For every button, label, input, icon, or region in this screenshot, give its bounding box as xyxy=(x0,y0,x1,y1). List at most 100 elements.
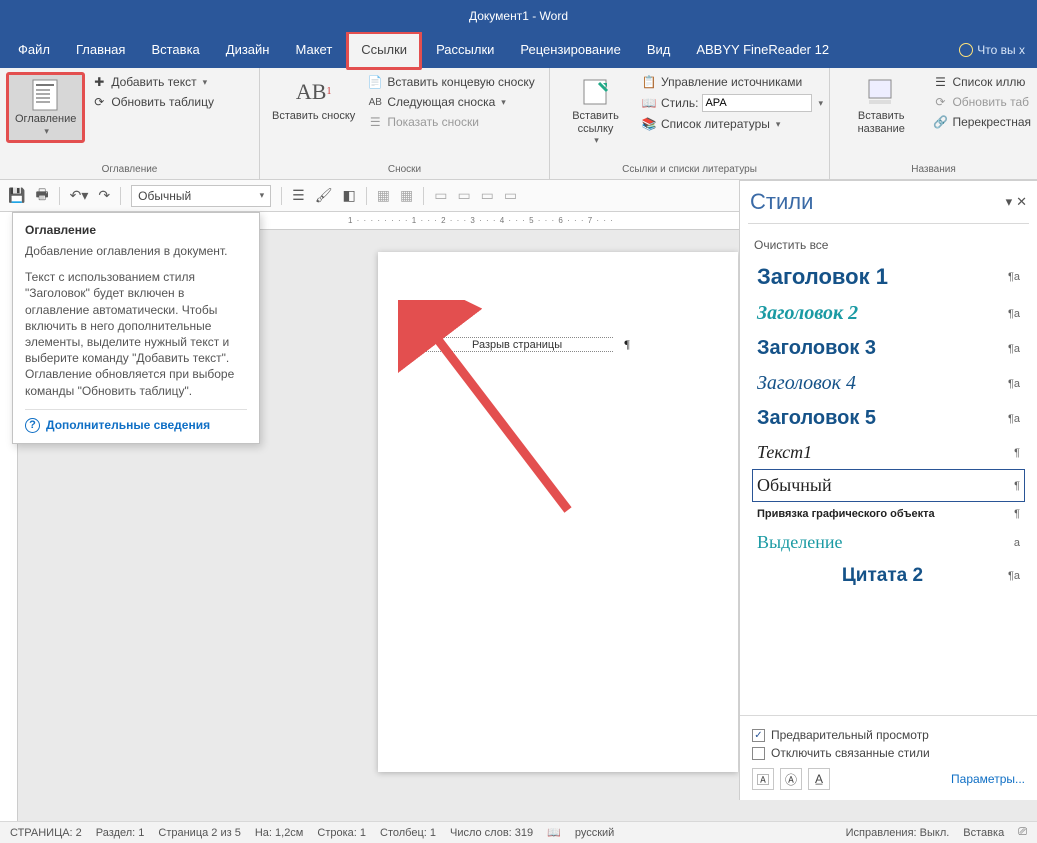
status-at[interactable]: На: 1,2см xyxy=(255,827,304,839)
status-insert[interactable]: Вставка xyxy=(963,827,1004,839)
pane-options-icon[interactable]: ▾ xyxy=(1006,194,1013,210)
insert-endnote-button[interactable]: 📄 Вставить концевую сноску xyxy=(367,72,534,92)
style-item-emphasis[interactable]: Выделение a xyxy=(752,526,1025,559)
tab-mailings[interactable]: Рассылки xyxy=(424,34,506,67)
endnote-icon: 📄 xyxy=(367,74,383,90)
bibliography-icon: 📚 xyxy=(641,116,657,132)
tab-design[interactable]: Дизайн xyxy=(214,34,282,67)
misc3-icon[interactable]: ▭ xyxy=(481,187,494,204)
toc-button[interactable]: Оглавление ▾ xyxy=(6,72,85,143)
style-item-h4[interactable]: Заголовок 4 ¶a xyxy=(752,366,1025,401)
style-icon: 📖 xyxy=(641,95,657,111)
para-mark-icon: ¶a xyxy=(1008,308,1020,320)
tooltip-title: Оглавление xyxy=(25,223,247,237)
style-item-label: Заголовок 5 xyxy=(757,407,876,430)
preview-checkbox-row[interactable]: ✓ Предварительный просмотр xyxy=(752,728,1025,742)
manage-sources-button[interactable]: 📋 Управление источниками xyxy=(641,72,823,92)
redo-icon[interactable]: ↷ xyxy=(98,187,110,204)
bibliography-button[interactable]: 📚 Список литературы ▾ xyxy=(641,114,823,134)
tell-me-text: Что вы х xyxy=(977,43,1025,57)
status-words[interactable]: Число слов: 319 xyxy=(450,827,533,839)
cross-ref-button[interactable]: 🔗 Перекрестная xyxy=(932,112,1031,132)
page[interactable]: ¶ Разрыв страницы ¶ xyxy=(378,252,738,772)
style-item-text1[interactable]: Текст1 ¶ xyxy=(752,436,1025,469)
tooltip-more-link[interactable]: ? Дополнительные сведения xyxy=(25,409,247,433)
style-item-label: Заголовок 1 xyxy=(757,264,888,290)
misc2-icon[interactable]: ▭ xyxy=(457,187,470,204)
show-notes-button[interactable]: ☰ Показать сноски xyxy=(367,112,534,132)
eraser-icon[interactable]: ◧ xyxy=(343,187,356,204)
add-text-button[interactable]: ✚ Добавить текст ▾ xyxy=(91,72,214,92)
update-table-button[interactable]: ⟳ Обновить таблицу xyxy=(91,92,214,112)
tab-file[interactable]: Файл xyxy=(6,34,62,67)
tab-home[interactable]: Главная xyxy=(64,34,137,67)
next-footnote-button[interactable]: AB Следующая сноска ▾ xyxy=(367,92,534,112)
insert-caption-button[interactable]: Вставить название xyxy=(836,72,926,139)
update-captions-button[interactable]: ⟳ Обновить таб xyxy=(932,92,1031,112)
tab-references[interactable]: Ссылки xyxy=(346,31,422,70)
insert-citation-button[interactable]: Вставить ссылку ▾ xyxy=(556,72,635,150)
insert-footnote-button[interactable]: AB1 Вставить сноску xyxy=(266,72,361,127)
status-page-of[interactable]: Страница 2 из 5 xyxy=(158,827,240,839)
status-bar: СТРАНИЦА: 2 Раздел: 1 Страница 2 из 5 На… xyxy=(0,821,1037,843)
status-page[interactable]: СТРАНИЦА: 2 xyxy=(10,827,82,839)
style-item-h3[interactable]: Заголовок 3 ¶a xyxy=(752,331,1025,366)
style-item-normal[interactable]: Обычный ¶ xyxy=(752,469,1025,502)
status-lang[interactable]: русский xyxy=(575,827,614,839)
status-section[interactable]: Раздел: 1 xyxy=(96,827,145,839)
macro-icon[interactable]: ⎚ xyxy=(1018,826,1027,839)
bullets-icon[interactable]: ☰ xyxy=(292,187,305,204)
refresh-icon: ⟳ xyxy=(932,94,948,110)
tab-insert[interactable]: Вставка xyxy=(139,34,211,67)
style-dropdown-value: Обычный xyxy=(138,189,191,203)
list-figures-button[interactable]: ☰ Список иллю xyxy=(932,72,1031,92)
status-track[interactable]: Исправления: Выкл. xyxy=(846,827,950,839)
styles-list: Очистить все Заголовок 1 ¶a Заголовок 2 … xyxy=(740,232,1037,715)
add-text-label: Добавить текст xyxy=(111,75,196,89)
close-icon[interactable]: ✕ xyxy=(1016,194,1027,210)
tab-layout[interactable]: Макет xyxy=(283,34,344,67)
misc1-icon[interactable]: ▭ xyxy=(434,187,447,204)
manage-styles-icon[interactable]: A̲ xyxy=(808,768,830,790)
save-icon[interactable]: 💾 xyxy=(8,187,25,204)
para-mark-icon: ¶a xyxy=(1008,271,1020,283)
tab-view[interactable]: Вид xyxy=(635,34,683,67)
paint-icon[interactable]: 🖌 xyxy=(315,187,333,204)
tab-abbyy[interactable]: ABBYY FineReader 12 xyxy=(684,34,841,67)
undo-icon[interactable]: ↶▾ xyxy=(70,187,89,204)
cross-ref-label: Перекрестная xyxy=(952,115,1031,129)
print-icon[interactable]: 🖶 xyxy=(35,184,48,208)
status-column[interactable]: Столбец: 1 xyxy=(380,827,436,839)
table2-icon[interactable]: ▦ xyxy=(400,187,413,204)
disable-linked-checkbox-row[interactable]: Отключить связанные стили xyxy=(752,746,1025,760)
table-btn-icon[interactable]: ▦ xyxy=(377,187,390,204)
styles-options-link[interactable]: Параметры... xyxy=(951,772,1025,786)
chevron-down-icon[interactable]: ▾ xyxy=(818,98,823,109)
pilcrow-icon: ¶ xyxy=(624,337,629,351)
page-break-label: Разрыв страницы xyxy=(472,339,562,351)
style-item-anchor[interactable]: Привязка графического объекта ¶ xyxy=(752,502,1025,526)
new-style-icon[interactable]: 🄰 xyxy=(752,768,774,790)
misc4-icon[interactable]: ▭ xyxy=(504,187,517,204)
style-dropdown[interactable]: Обычный ▾ xyxy=(131,185,271,207)
style-item-h2[interactable]: Заголовок 2 ¶a xyxy=(752,296,1025,331)
style-item-h1[interactable]: Заголовок 1 ¶a xyxy=(752,258,1025,296)
status-line[interactable]: Строка: 1 xyxy=(317,827,366,839)
style-item-quote2[interactable]: Цитата 2 ¶a xyxy=(752,559,1025,593)
chevron-down-icon: ▾ xyxy=(594,135,599,145)
show-notes-label: Показать сноски xyxy=(387,115,479,129)
citations-group-label: Ссылки и списки литературы xyxy=(556,162,823,175)
style-item-label: Заголовок 3 xyxy=(757,337,876,360)
clear-all-button[interactable]: Очистить все xyxy=(752,232,1025,258)
style-inspector-icon[interactable]: Ⓐ xyxy=(780,768,802,790)
para-mark-icon: ¶ xyxy=(1014,508,1020,520)
insert-citation-label: Вставить ссылку xyxy=(562,110,629,135)
preview-label: Предварительный просмотр xyxy=(771,728,929,742)
tab-review[interactable]: Рецензирование xyxy=(508,34,632,67)
style-item-h5[interactable]: Заголовок 5 ¶a xyxy=(752,401,1025,436)
proofing-icon[interactable]: 📖 xyxy=(547,826,561,839)
tell-me-search[interactable]: Что вы х xyxy=(953,39,1031,61)
citation-style-select[interactable] xyxy=(702,94,812,112)
style-label: Стиль: xyxy=(661,96,698,110)
captions-group-label: Названия xyxy=(836,162,1031,175)
